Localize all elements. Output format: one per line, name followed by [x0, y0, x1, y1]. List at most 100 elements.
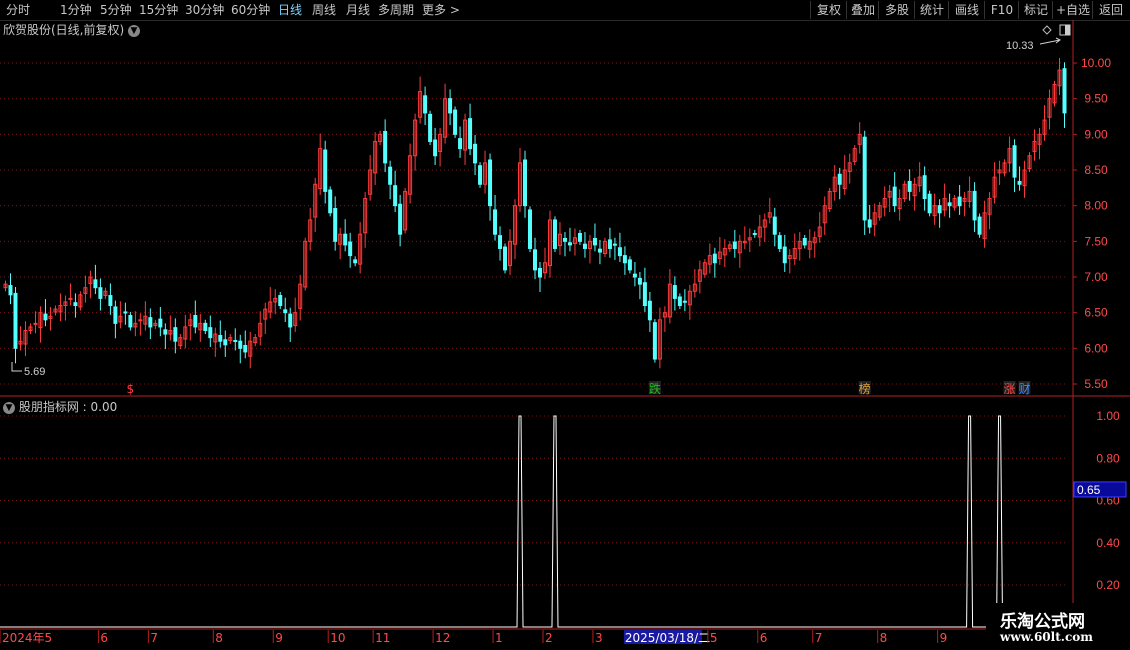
candle-body	[947, 202, 952, 207]
candle-body	[537, 267, 542, 278]
indicator-name: 股朋指标网 : 0.00	[18, 400, 118, 414]
candle-body	[1012, 145, 1017, 178]
main-chart-title[interactable]: 欣贺股份(日线,前复权) ▼	[3, 21, 141, 38]
event-marker[interactable]: 涨	[1004, 381, 1016, 396]
candle-body	[73, 302, 78, 307]
candle-body	[473, 143, 478, 164]
candle-body	[937, 205, 942, 214]
candle-body	[158, 318, 163, 328]
period-tab-weekly[interactable]: 周线	[312, 2, 336, 18]
period-tab-30min[interactable]: 30分钟	[185, 2, 224, 18]
price-tick-label: 9.50	[1084, 92, 1108, 106]
chart-canvas[interactable]: 10.33 5.69 $ 跌 榜 涨财 10.00 9.50 9.00 8.50 8.00 7.…	[0, 20, 1130, 650]
multi-stock-button[interactable]: 多股	[878, 1, 915, 19]
more-periods-button[interactable]: 更多 >	[422, 2, 460, 18]
mark-button[interactable]: 标记	[1018, 1, 1053, 19]
chevron-down-icon[interactable]: ▼	[128, 24, 141, 37]
candle-body	[453, 109, 458, 135]
candle-body	[393, 185, 398, 207]
statistics-button[interactable]: 统计	[914, 1, 949, 19]
value-tag-text: 0.65	[1077, 483, 1101, 497]
overlay-button[interactable]: 叠加	[846, 1, 879, 19]
event-marker[interactable]: 跌	[649, 381, 661, 396]
candle-body	[533, 249, 537, 271]
axes	[0, 20, 1130, 642]
price-tick-label: 5.50	[1084, 377, 1108, 391]
period-tab-1min[interactable]: 1分钟	[60, 2, 92, 18]
candle-body	[622, 255, 627, 264]
candle-body	[712, 253, 717, 264]
diamond-icon[interactable]	[1042, 25, 1052, 35]
date-label: 2025/03/18/二	[625, 631, 710, 645]
candle-body	[458, 138, 463, 150]
price-tick-label: 7.50	[1084, 234, 1108, 248]
candle-body	[552, 219, 557, 249]
date-label: 6	[760, 631, 768, 645]
date-label: 6	[100, 631, 108, 645]
draw-line-button[interactable]: 画线	[948, 1, 985, 19]
candle-body	[333, 208, 338, 242]
period-tab-daily[interactable]: 日线	[278, 2, 302, 18]
period-tab-60min[interactable]: 60分钟	[231, 2, 270, 18]
high-arrow-icon	[1039, 37, 1061, 45]
candle-body	[323, 149, 328, 192]
candle-body	[68, 297, 73, 300]
candle-body	[288, 313, 293, 328]
candle-body	[892, 186, 897, 207]
date-axis: 2024年5 6 7 8 9 10 11 12 1 2 3 2025/03/18/二 5 6 7 8 9	[0, 630, 947, 645]
adjust-button[interactable]: 复权	[810, 1, 847, 19]
diamond-shape	[1042, 25, 1052, 35]
period-tab-monthly[interactable]: 月线	[346, 2, 370, 18]
price-tick-label: 10.00	[1081, 56, 1111, 70]
date-label: 8	[880, 631, 888, 645]
candle-body	[647, 300, 652, 321]
panel-toggle-icon[interactable]	[1059, 24, 1071, 36]
watermark-line1: 乐淘公式网	[1000, 612, 1085, 632]
low-price-label: 5.69	[24, 366, 45, 378]
candle-body	[732, 241, 737, 249]
candle-body	[33, 322, 38, 325]
candle-body	[193, 315, 198, 328]
candle-body	[203, 322, 208, 332]
indicator-title[interactable]: ▼ 股朋指标网 : 0.00	[3, 398, 117, 415]
candle-body	[478, 165, 483, 185]
back-button[interactable]: 返回	[1092, 1, 1129, 19]
stock-title: 欣贺股份(日线,前复权)	[3, 23, 125, 37]
date-label: 7	[150, 631, 158, 645]
event-marker[interactable]: 财	[1019, 382, 1031, 396]
price-tick-label: 9.00	[1084, 127, 1108, 141]
candle-body	[612, 243, 617, 246]
date-label: 3	[595, 631, 603, 645]
candle-body	[163, 329, 168, 335]
candle-body	[597, 248, 602, 253]
watermark-line2: www.60lt.com	[1000, 630, 1093, 644]
indicator-value-tag: 0.65	[1073, 481, 1127, 498]
event-marker[interactable]: $	[127, 382, 135, 396]
low-arrow-icon	[11, 362, 22, 372]
candle-body	[867, 219, 872, 228]
candle-body	[123, 311, 128, 314]
date-label: 12	[435, 631, 450, 645]
candle-body	[223, 339, 228, 346]
indicator-tick-label: 0.20	[1096, 578, 1120, 592]
period-tab-15min[interactable]: 15分钟	[139, 2, 178, 18]
candle-body	[567, 242, 572, 246]
candle-body	[348, 241, 353, 257]
candle-body	[682, 300, 687, 303]
candle-body	[283, 309, 288, 314]
chevron-down-icon[interactable]: ▼	[3, 401, 15, 414]
period-tab-multi[interactable]: 多周期	[378, 2, 414, 18]
event-marker[interactable]: 榜	[859, 381, 871, 396]
add-watchlist-button[interactable]: +自选	[1052, 1, 1093, 19]
candle-body	[93, 279, 98, 289]
candle-body	[353, 259, 358, 264]
period-tab-fenshi[interactable]: 分时	[6, 2, 30, 18]
candle-body	[632, 273, 637, 278]
f10-button[interactable]: F10	[984, 1, 1019, 19]
candle-body	[977, 216, 982, 235]
candle-body	[972, 190, 977, 221]
date-label: 11	[375, 631, 390, 645]
candle-body	[243, 344, 248, 353]
period-toolbar: 分时 1分钟 5分钟 15分钟 30分钟 60分钟 日线 周线 月线 多周期 更…	[0, 0, 1130, 21]
period-tab-5min[interactable]: 5分钟	[100, 2, 132, 18]
